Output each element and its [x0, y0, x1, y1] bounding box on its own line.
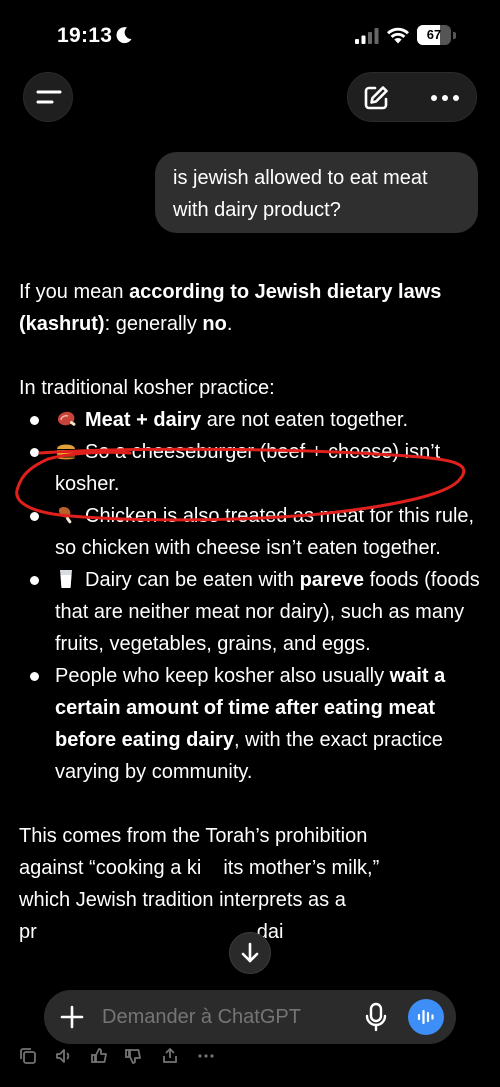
hamburger-menu-icon [36, 90, 62, 104]
more-icon[interactable] [196, 1046, 216, 1066]
arrow-down-icon [241, 942, 259, 963]
practice-heading: In traditional kosher practice: [19, 377, 275, 399]
user-message-bubble: is jewish allowed to eat meat with dairy… [155, 152, 478, 233]
status-bar: 19:13 67 [0, 0, 500, 70]
status-time: 19:13 [57, 24, 113, 47]
cellular-signal-icon [355, 28, 379, 44]
list-item: Dairy can be eaten with pareve foods (fo… [19, 564, 484, 660]
compose-icon[interactable] [362, 84, 390, 112]
sidebar-menu-button[interactable] [23, 72, 73, 122]
message-actions-row [18, 1046, 238, 1068]
battery-indicator: 67 [417, 25, 457, 46]
copy-icon[interactable] [18, 1046, 38, 1066]
list-item: Chicken is also treated as meat for this… [19, 500, 484, 564]
more-dots-icon[interactable] [430, 94, 460, 102]
plus-icon[interactable] [58, 1003, 86, 1031]
scroll-to-bottom-button[interactable] [229, 932, 271, 974]
header-actions [347, 72, 477, 122]
list-item: So a cheeseburger (beef + cheese) isn’t … [19, 436, 484, 500]
voice-mode-icon [417, 1009, 434, 1025]
share-icon[interactable] [160, 1046, 180, 1066]
meat-emoji [57, 411, 76, 426]
chicken-leg-emoji [58, 506, 72, 524]
list-item: People who keep kosher also usually wait… [19, 660, 484, 788]
response-closing: This comes from the Torah’s prohibition … [19, 825, 380, 943]
microphone-icon[interactable] [362, 1002, 390, 1032]
message-composer [44, 990, 456, 1044]
moon-icon [116, 27, 132, 44]
list-item: Meat + dairy are not eaten together. [19, 404, 484, 436]
voice-mode-button[interactable] [408, 999, 444, 1035]
response-intro: If you mean according to Jewish dietary … [19, 281, 442, 335]
wifi-icon [387, 27, 409, 44]
thumbs-down-icon[interactable] [124, 1046, 144, 1066]
cheeseburger-emoji [57, 444, 75, 460]
assistant-response: If you mean according to Jewish dietary … [19, 276, 484, 948]
kosher-rules-list: Meat + dairy are not eaten together. So … [19, 404, 484, 788]
speaker-icon[interactable] [54, 1046, 74, 1066]
battery-percent: 67 [426, 27, 442, 42]
milk-glass-emoji [60, 570, 72, 588]
thumbs-up-icon[interactable] [90, 1046, 110, 1066]
message-input[interactable] [102, 990, 352, 1044]
